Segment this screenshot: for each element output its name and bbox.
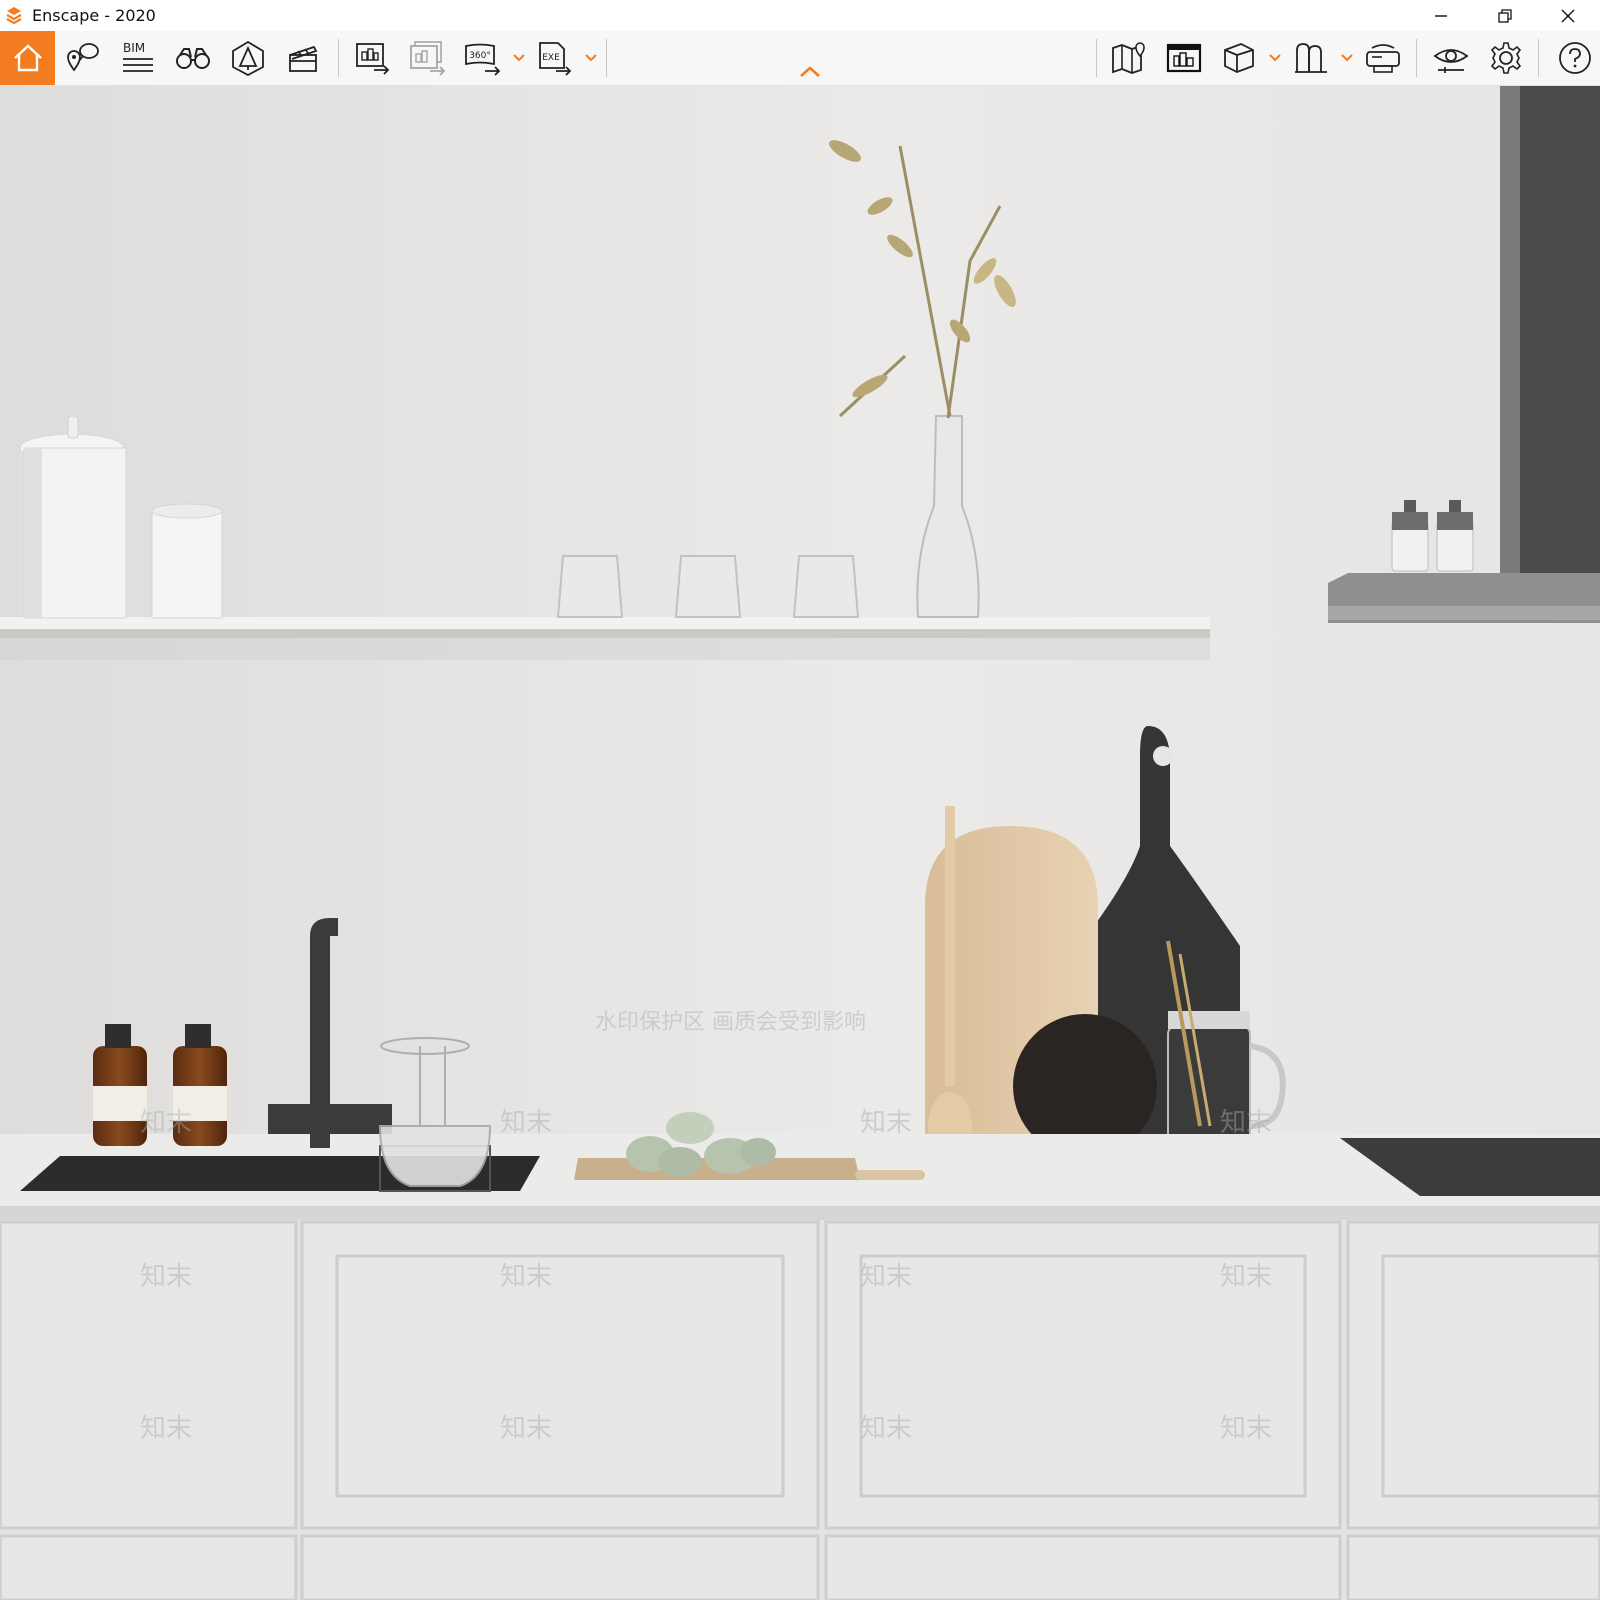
toolbar-separator xyxy=(1096,39,1097,77)
render-window-icon xyxy=(1166,43,1202,73)
binoculars-icon xyxy=(176,48,210,69)
main-toolbar: BIM 360° EXE xyxy=(0,31,1600,86)
kitchen-render xyxy=(0,86,1600,1600)
restore-button[interactable] xyxy=(1482,0,1528,31)
chevron-down-icon xyxy=(585,54,597,62)
visual-settings-button[interactable] xyxy=(1428,31,1474,85)
material-dropdown[interactable] xyxy=(1340,48,1354,68)
chevron-up-icon xyxy=(800,66,820,77)
render-viewport[interactable]: 水印保护区 画质会受到影响 知末 知末 知末 知末 知末 知末 知末 知末 知末… xyxy=(0,86,1600,1600)
map-button[interactable] xyxy=(1106,31,1152,85)
drinking-glasses xyxy=(556,555,860,618)
toolbar-separator xyxy=(338,39,339,77)
video-editor-button[interactable] xyxy=(280,31,326,85)
eye-icon xyxy=(1433,49,1469,73)
watermark-mark: 知末 xyxy=(140,1108,193,1138)
toolbar-separator xyxy=(1416,39,1417,77)
title-bar: Enscape - 2020 xyxy=(0,0,1600,31)
toolbar-separator xyxy=(606,39,607,77)
screenshot-button[interactable] xyxy=(350,31,396,85)
atmosphere-button[interactable] xyxy=(225,31,271,85)
vr-headset-icon xyxy=(1366,44,1400,73)
watermark-mark: 知末 xyxy=(860,1262,913,1292)
watermark-mark: 知末 xyxy=(500,1262,553,1292)
home-icon xyxy=(13,44,42,72)
map-icon xyxy=(1112,42,1145,74)
watermark-mark: 知末 xyxy=(140,1414,193,1444)
close-button[interactable] xyxy=(1545,0,1591,31)
watermark-mark: 知末 xyxy=(500,1414,553,1444)
window-title: Enscape - 2020 xyxy=(32,6,156,25)
exe-label: EXE xyxy=(542,53,560,63)
views-button[interactable] xyxy=(60,31,106,85)
close-icon xyxy=(1561,9,1575,22)
help-button[interactable] xyxy=(1552,31,1598,85)
watermark-text: 水印保护区 画质会受到影响 xyxy=(595,1010,866,1035)
material-editor-button[interactable] xyxy=(1288,31,1334,85)
view-mode-button[interactable] xyxy=(1216,31,1262,85)
toolbar-separator xyxy=(1538,39,1539,77)
bim-button[interactable]: BIM xyxy=(115,31,161,85)
chevron-down-icon xyxy=(513,54,525,62)
bim-icon: BIM xyxy=(120,41,156,75)
exe-export-icon: EXE xyxy=(539,42,572,76)
home-button[interactable] xyxy=(0,31,55,85)
cube-icon xyxy=(1224,43,1254,73)
cabinets xyxy=(0,1220,1600,1600)
watermark-mark: 知末 xyxy=(500,1108,553,1138)
walk-mode-button[interactable] xyxy=(170,31,216,85)
clapperboard-icon xyxy=(289,45,318,72)
gear-icon xyxy=(1490,42,1522,74)
chevron-down-icon xyxy=(1341,54,1353,62)
batch-render-button[interactable] xyxy=(405,31,451,85)
minimize-icon xyxy=(1435,14,1447,17)
export-image-icon xyxy=(356,43,390,75)
watermark-mark: 知末 xyxy=(860,1414,913,1444)
render-window-button[interactable] xyxy=(1161,31,1207,85)
chevron-down-icon xyxy=(1269,54,1281,62)
panorama-label: 360° xyxy=(469,51,491,61)
batch-render-icon xyxy=(410,41,446,76)
exe-export-button[interactable]: EXE xyxy=(532,31,578,85)
watermark-mark: 知末 xyxy=(860,1108,913,1138)
panorama-button[interactable]: 360° xyxy=(460,31,506,85)
exe-dropdown[interactable] xyxy=(584,48,598,68)
watermark-mark: 知末 xyxy=(140,1262,193,1292)
collapse-toolbar-button[interactable] xyxy=(795,61,825,81)
panorama-360-icon: 360° xyxy=(465,43,501,76)
help-icon xyxy=(1559,42,1591,74)
watermark-mark: 知末 xyxy=(1220,1262,1273,1292)
vr-headset-button[interactable] xyxy=(1360,31,1406,85)
minimize-button[interactable] xyxy=(1418,0,1464,31)
restore-icon xyxy=(1498,8,1512,23)
watermark-mark: 知末 xyxy=(1220,1414,1273,1444)
asset-library-icon xyxy=(232,40,264,76)
enscape-logo-icon xyxy=(4,6,24,26)
location-pin-icon xyxy=(67,43,99,72)
settings-button[interactable] xyxy=(1483,31,1529,85)
panorama-dropdown[interactable] xyxy=(512,48,526,68)
slabs-icon xyxy=(1295,43,1327,73)
watermark-mark: 知末 xyxy=(1220,1108,1273,1138)
view-mode-dropdown[interactable] xyxy=(1268,48,1282,68)
